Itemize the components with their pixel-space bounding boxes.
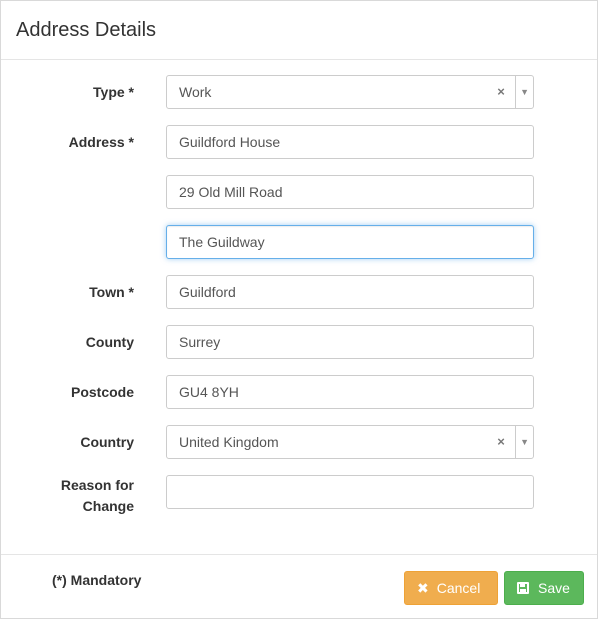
- type-select[interactable]: Work × ▼: [166, 75, 534, 109]
- postcode-input[interactable]: [166, 375, 534, 409]
- address-line1-input[interactable]: [166, 125, 534, 159]
- town-label: Town *: [89, 284, 134, 300]
- cancel-button-label: Cancel: [436, 580, 481, 596]
- address-line3-row: [1, 225, 597, 259]
- county-input[interactable]: [166, 325, 534, 359]
- address-details-dialog: Address Details Type * Work × ▼ Address …: [0, 0, 598, 619]
- close-icon: ✖: [417, 580, 429, 596]
- country-row: Country United Kingdom × ▼: [1, 425, 597, 459]
- type-row: Type * Work × ▼: [1, 75, 597, 109]
- county-row: County: [1, 325, 597, 359]
- mandatory-note: (*) Mandatory: [52, 572, 142, 588]
- type-clear-icon[interactable]: ×: [494, 76, 508, 108]
- town-row: Town *: [1, 275, 597, 309]
- dialog-header: Address Details: [1, 1, 597, 60]
- reason-row: Reason for Change: [1, 475, 597, 514]
- dialog-title: Address Details: [16, 19, 157, 41]
- save-button[interactable]: Save: [504, 571, 584, 605]
- type-select-value: Work: [179, 84, 212, 100]
- address-line2-input[interactable]: [166, 175, 534, 209]
- address-label: Address *: [68, 134, 134, 150]
- type-chevron-down-icon[interactable]: ▼: [520, 76, 529, 108]
- country-chevron-down-icon[interactable]: ▼: [520, 426, 529, 458]
- country-select[interactable]: United Kingdom × ▼: [166, 425, 534, 459]
- postcode-label: Postcode: [70, 384, 134, 400]
- address-line3-input[interactable]: [166, 225, 534, 259]
- address-line2-row: [1, 175, 597, 209]
- cancel-button[interactable]: ✖ Cancel: [404, 571, 498, 605]
- town-input[interactable]: [166, 275, 534, 309]
- address-row: Address *: [1, 125, 597, 159]
- country-clear-icon[interactable]: ×: [494, 426, 508, 458]
- postcode-row: Postcode: [1, 375, 597, 409]
- country-label: Country: [80, 434, 134, 450]
- dialog-footer: (*) Mandatory ✖ Cancel Save: [1, 554, 597, 620]
- country-select-value: United Kingdom: [179, 434, 279, 450]
- reason-input[interactable]: [166, 475, 534, 509]
- reason-label-line2: Change: [82, 498, 134, 514]
- reason-label: Reason for Change: [61, 475, 134, 517]
- country-select-separator: [515, 426, 516, 458]
- floppy-disk-icon: [517, 582, 529, 594]
- county-label: County: [85, 334, 134, 350]
- save-button-label: Save: [538, 580, 570, 596]
- reason-label-line1: Reason for: [60, 477, 134, 493]
- type-label: Type *: [93, 84, 134, 100]
- type-select-separator: [515, 76, 516, 108]
